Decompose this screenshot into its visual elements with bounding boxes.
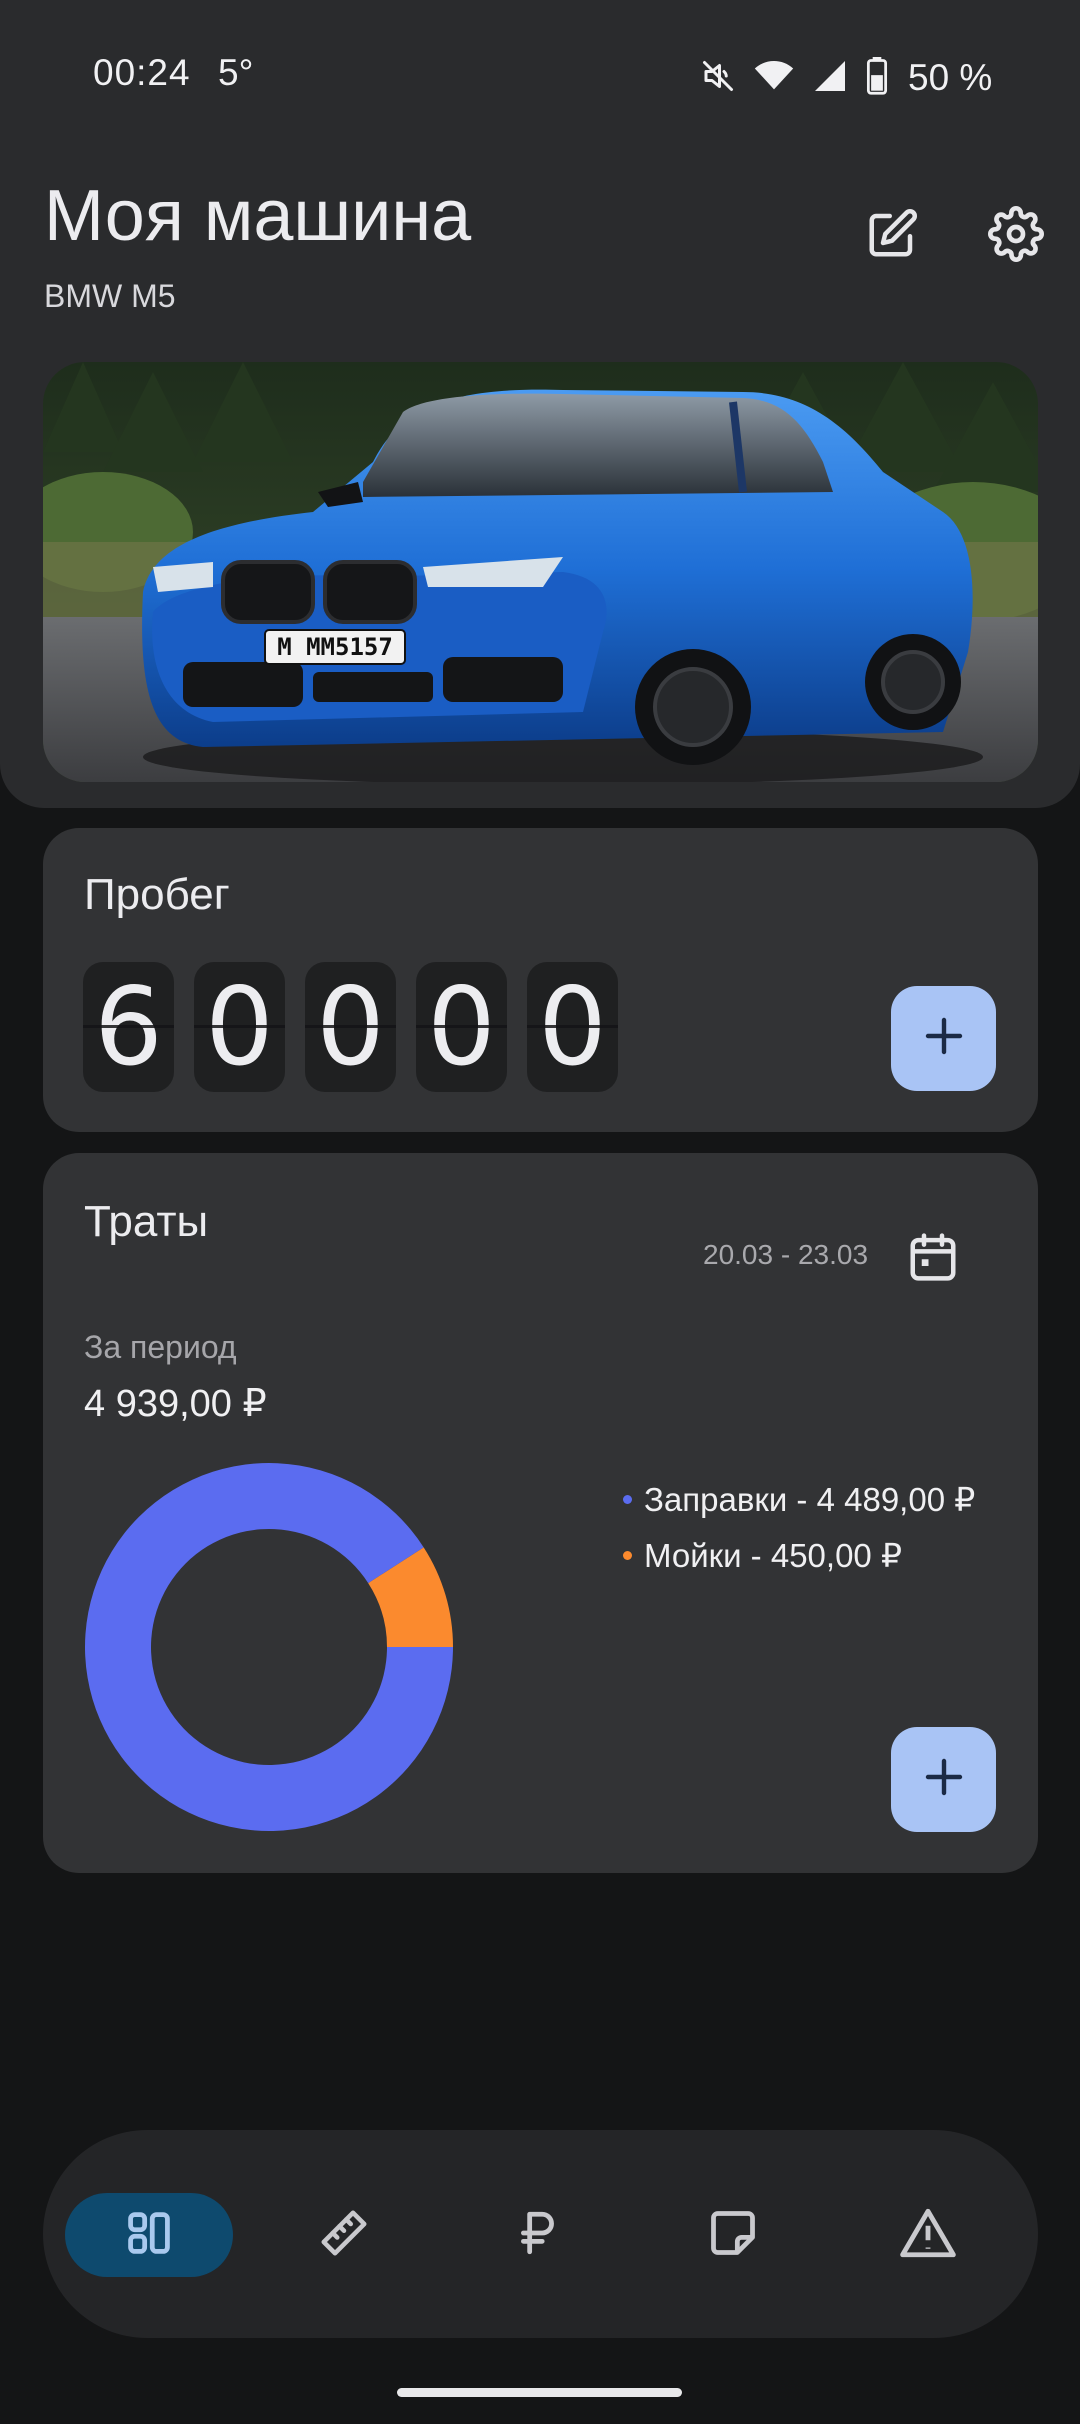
nav-item-dashboard[interactable] xyxy=(65,2193,233,2277)
legend-item-fuel: Заправки - 4 489,00 ₽ xyxy=(623,1471,975,1527)
legend-dot xyxy=(623,1550,632,1560)
odometer: 6 0 0 0 0 xyxy=(83,962,618,1092)
expenses-card: Траты 20.03 - 23.03 За период 4 939,00 ₽… xyxy=(43,1153,1038,1873)
odometer-digit: 0 xyxy=(527,962,618,1092)
nav-item-expenses[interactable] xyxy=(454,2193,622,2277)
add-mileage-button[interactable] xyxy=(891,986,996,1091)
odometer-digit: 0 xyxy=(305,962,396,1092)
expenses-legend: Заправки - 4 489,00 ₽ Мойки - 450,00 ₽ xyxy=(623,1471,975,1583)
warning-icon xyxy=(899,2206,957,2265)
period-label: За период xyxy=(84,1329,237,1365)
mileage-card: Пробег 6 0 0 0 0 xyxy=(43,828,1038,1132)
mute-icon xyxy=(700,58,736,99)
settings-icon xyxy=(988,205,1044,267)
bottom-navigation xyxy=(43,2130,1038,2338)
odometer-digit: 0 xyxy=(194,962,285,1092)
calendar-icon xyxy=(906,1230,960,1289)
nav-item-notes[interactable] xyxy=(649,2193,817,2277)
nav-item-warnings[interactable] xyxy=(844,2193,1012,2277)
note-icon xyxy=(707,2207,759,2264)
dashboard-icon xyxy=(123,2207,175,2264)
status-temperature: 5° xyxy=(218,52,254,93)
signal-icon xyxy=(812,58,848,99)
wifi-icon xyxy=(754,58,794,99)
legend-item-wash: Мойки - 450,00 ₽ xyxy=(623,1527,975,1583)
plus-icon xyxy=(920,1012,968,1065)
expenses-title: Траты xyxy=(84,1197,209,1246)
ruler-icon xyxy=(317,2206,371,2265)
legend-label: Мойки - 450,00 ₽ xyxy=(644,1536,902,1574)
odometer-digit: 0 xyxy=(416,962,507,1092)
license-plate: M MM5157 xyxy=(277,633,393,661)
ruble-icon xyxy=(513,2208,563,2263)
mileage-title: Пробег xyxy=(84,870,230,919)
donut-slice-fuel xyxy=(84,1463,453,1831)
home-indicator[interactable] xyxy=(397,2388,682,2397)
plus-icon xyxy=(920,1753,968,1806)
add-expense-button[interactable] xyxy=(891,1727,996,1832)
status-icons: 50 % xyxy=(700,56,992,100)
legend-dot xyxy=(623,1494,632,1504)
period-total: 4 939,00 ₽ xyxy=(84,1383,267,1425)
car-model: BMW M5 xyxy=(44,278,176,314)
status-bar: 00:24 5° 50 % xyxy=(0,0,1080,150)
page-title: Моя машина xyxy=(44,176,472,256)
battery-percentage: 50 % xyxy=(908,57,993,98)
status-time: 00:24 xyxy=(93,52,191,93)
edit-icon xyxy=(865,207,919,266)
car-photo: M MM5157 xyxy=(43,362,1038,782)
legend-label: Заправки - 4 489,00 ₽ xyxy=(644,1480,976,1518)
date-range[interactable]: 20.03 - 23.03 xyxy=(703,1239,868,1271)
edit-button[interactable] xyxy=(852,196,932,276)
expenses-donut-chart xyxy=(84,1463,453,1831)
nav-item-ruler[interactable] xyxy=(260,2193,428,2277)
settings-button[interactable] xyxy=(976,196,1056,276)
battery-icon xyxy=(866,56,888,100)
calendar-button[interactable] xyxy=(893,1219,973,1299)
odometer-digit: 6 xyxy=(83,962,174,1092)
